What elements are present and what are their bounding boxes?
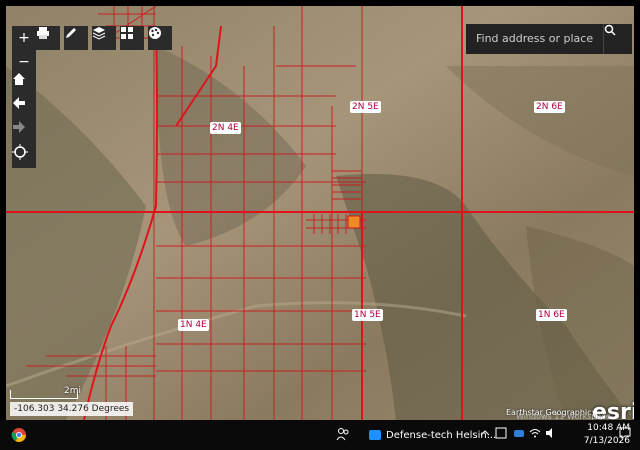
arrow-right-icon: [13, 121, 25, 133]
parcel-lines: [6, 6, 634, 420]
taskbar: Defense-tech Helsin... 10:48 AM 7/13/202…: [0, 420, 640, 450]
home-button[interactable]: [12, 72, 36, 96]
selected-parcel[interactable]: [347, 215, 361, 229]
app-icon: [369, 430, 381, 440]
township-label: 1N 5E: [352, 309, 383, 321]
security-tray-button[interactable]: [494, 426, 508, 440]
people-button[interactable]: [336, 427, 350, 441]
home-icon: [13, 73, 25, 85]
print-button[interactable]: [36, 26, 60, 50]
pencil-icon: [66, 28, 76, 38]
forward-button[interactable]: [12, 120, 36, 144]
chevron-up-icon: [480, 430, 490, 436]
layers-icon: [92, 27, 106, 40]
onedrive-tray-button[interactable]: [512, 426, 526, 440]
style-button[interactable]: [148, 26, 172, 50]
chrome-button[interactable]: [10, 426, 28, 444]
arrow-left-icon: [13, 97, 25, 109]
township-label: 1N 4E: [178, 319, 209, 331]
search-input[interactable]: Find address or place: [476, 32, 593, 45]
network-tray-button[interactable]: [528, 426, 542, 440]
wifi-icon: [529, 429, 541, 438]
locate-button[interactable]: [12, 144, 36, 168]
volume-tray-button[interactable]: [544, 426, 558, 440]
search-box[interactable]: Find address or place: [466, 24, 632, 54]
zoom-out-button[interactable]: −: [12, 50, 36, 74]
search-button[interactable]: [603, 24, 632, 54]
chrome-icon: [11, 428, 26, 442]
scale-label: 2mi: [64, 386, 81, 396]
taskbar-app-item[interactable]: Defense-tech Helsin...: [368, 426, 496, 444]
township-label: 2N 4E: [210, 122, 241, 134]
draw-button[interactable]: [64, 26, 88, 50]
back-button[interactable]: [12, 96, 36, 120]
township-label: 1N 6E: [536, 309, 567, 321]
speaker-icon: [546, 428, 552, 438]
cloud-icon: [514, 430, 524, 437]
layers-button[interactable]: [92, 26, 116, 50]
coordinate-readout: -106.303 34.276 Degrees: [10, 402, 134, 416]
security-icon: [495, 427, 507, 439]
zoom-in-button[interactable]: +: [12, 26, 36, 50]
locate-icon: [12, 144, 28, 160]
basemap-button[interactable]: [120, 26, 144, 50]
township-label: 2N 5E: [350, 101, 381, 113]
notifications-button[interactable]: [618, 426, 632, 440]
notification-icon: [619, 427, 631, 439]
grid-icon: [121, 27, 133, 39]
print-icon: [37, 27, 49, 39]
people-icon: [336, 428, 349, 441]
township-label: 2N 6E: [534, 101, 565, 113]
tray-expand-button[interactable]: [480, 428, 490, 438]
search-icon: [604, 24, 616, 36]
palette-icon: [149, 27, 161, 39]
map-view[interactable]: 2N 5E 2N 6E 2N 4E 1N 5E 1N 4E 1N 6E + − …: [6, 6, 634, 420]
